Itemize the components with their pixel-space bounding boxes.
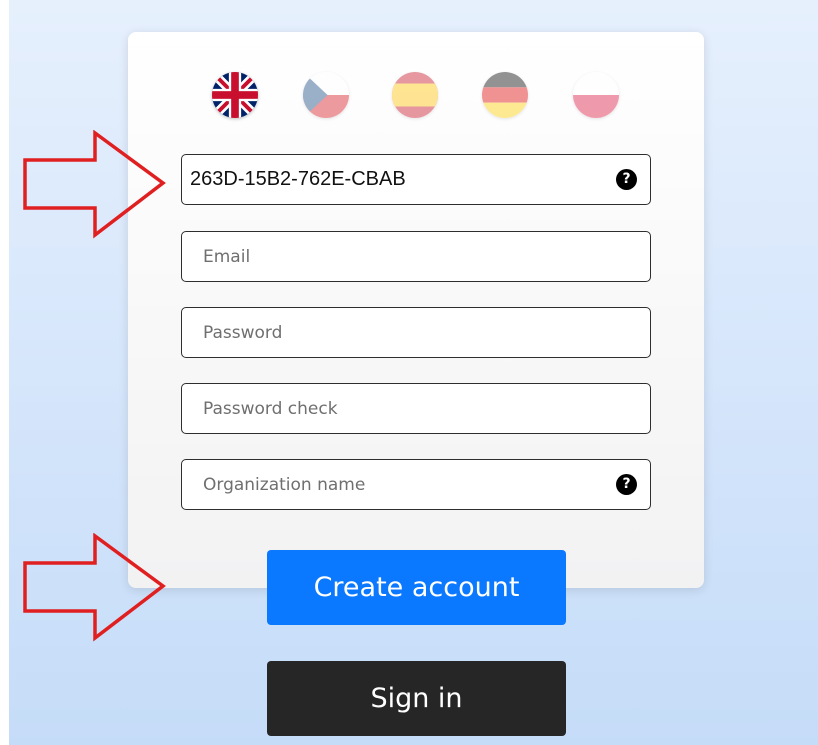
polish-flag-icon — [573, 72, 619, 118]
email-input[interactable] — [182, 232, 650, 281]
question-icon[interactable]: ? — [616, 474, 637, 495]
password-check-input[interactable] — [182, 384, 650, 433]
annotation-arrow-icon — [23, 533, 166, 642]
czech-flag-icon — [303, 72, 349, 118]
language-flag-es[interactable] — [392, 72, 438, 118]
language-flag-en[interactable] — [212, 72, 258, 118]
password-field — [181, 307, 651, 358]
password-input[interactable] — [182, 308, 650, 357]
language-flag-pl[interactable] — [573, 72, 619, 118]
language-flag-de[interactable] — [482, 72, 528, 118]
license-key-input[interactable] — [182, 155, 650, 204]
create-account-button[interactable]: Create account — [267, 550, 566, 625]
sign-in-button[interactable]: Sign in — [267, 661, 566, 736]
language-flag-cs[interactable] — [303, 72, 349, 118]
password-check-field — [181, 383, 651, 434]
german-flag-icon — [482, 72, 528, 118]
email-field — [181, 231, 651, 282]
annotation-arrow-icon — [23, 130, 166, 239]
organization-field: ? — [181, 459, 651, 510]
organization-name-input[interactable] — [182, 460, 650, 509]
license-key-field: ? — [181, 154, 651, 205]
uk-flag-icon — [212, 72, 258, 118]
spanish-flag-icon — [392, 72, 438, 118]
question-icon[interactable]: ? — [616, 169, 637, 190]
